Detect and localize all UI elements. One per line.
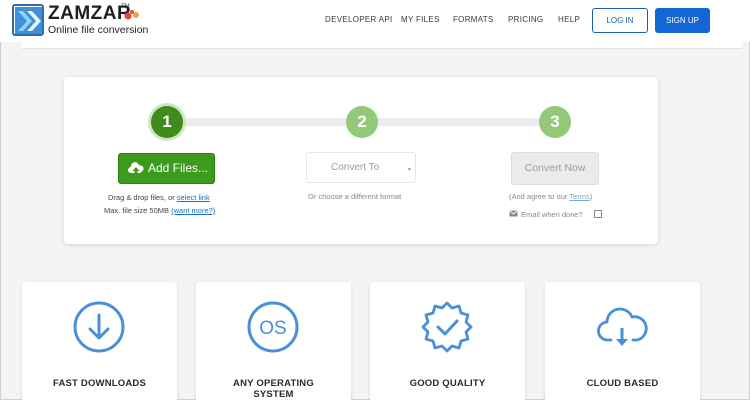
zamzar-logo[interactable]: ZAMZAR TM Online file conversion (12, 4, 152, 38)
feature-title: CLOUD BASED (586, 378, 659, 389)
os-circle-icon: OS (247, 301, 299, 353)
convert-now-button[interactable]: Convert Now (511, 152, 599, 185)
nav-formats[interactable]: FORMATS (453, 15, 494, 24)
step-3-indicator: 3 (539, 106, 571, 138)
terms-link[interactable]: Terms (569, 192, 589, 201)
zamzar-chevron-icon (12, 4, 44, 36)
drag-drop-hint: Drag & drop files, or select link (108, 193, 210, 202)
add-files-label: Add Files... (148, 161, 209, 175)
email-label: Email when done? (521, 210, 583, 219)
email-checkbox[interactable] (594, 210, 602, 218)
quality-badge-icon (421, 301, 473, 353)
step-2-indicator: 2 (346, 106, 378, 138)
nav-pricing[interactable]: PRICING (508, 15, 543, 24)
nav-my-files[interactable]: MY FILES (401, 15, 440, 24)
envelope-icon (509, 210, 518, 217)
logo-wordmark: ZAMZAR (48, 3, 132, 24)
feature-card-good-quality: GOOD QUALITY (370, 282, 525, 400)
feature-title-line2: SYSTEM (253, 389, 294, 400)
download-circle-icon (73, 301, 125, 353)
drag-drop-text: Drag & drop files, or (108, 193, 177, 202)
header-divider (22, 42, 742, 49)
login-button[interactable]: LOG IN (592, 8, 648, 33)
cloud-upload-icon (128, 162, 144, 175)
convert-to-value: Convert To (331, 162, 380, 173)
nav-developer-api[interactable]: DEVELOPER API (325, 15, 392, 24)
svg-text:OS: OS (259, 318, 286, 339)
select-link[interactable]: select link (177, 193, 210, 202)
feature-card-any-os: OS ANY OPERATING SYSTEM (196, 282, 351, 400)
agree-text: (And agree to our (509, 192, 570, 201)
feature-title: GOOD QUALITY (409, 378, 486, 389)
nav-help[interactable]: HELP (558, 15, 580, 24)
want-more-link[interactable]: (want more?) (171, 206, 215, 215)
site-header: ZAMZAR TM Online file conversion DEVELOP… (0, 0, 750, 42)
feature-card-cloud-based: CLOUD BASED (545, 282, 700, 400)
agree-terms-hint: (And agree to our Terms) (509, 192, 592, 201)
signup-button[interactable]: SIGN UP (655, 8, 710, 33)
agree-suffix: ) (589, 192, 593, 201)
max-size-hint: Max. file size 50MB (want more?) (104, 206, 215, 215)
max-size-text: Max. file size 50MB (104, 206, 172, 215)
step-1-indicator: 1 (151, 106, 183, 138)
feature-title-line1: ANY OPERATING (233, 378, 314, 389)
feature-card-fast-downloads: FAST DOWNLOADS (22, 282, 177, 400)
email-when-done-row: Email when done? (509, 210, 583, 219)
feature-title: FAST DOWNLOADS (52, 378, 147, 389)
choose-format-hint: Or choose a different format (308, 192, 402, 201)
add-files-button[interactable]: Add Files... (118, 153, 215, 184)
convert-to-select[interactable]: Convert To ⌄ (306, 152, 416, 183)
chevron-down-icon: ⌄ (406, 163, 413, 172)
cloud-download-icon (597, 307, 648, 346)
logo-tagline: Online file conversion (48, 24, 149, 36)
logo-mascot-icon (124, 10, 139, 20)
